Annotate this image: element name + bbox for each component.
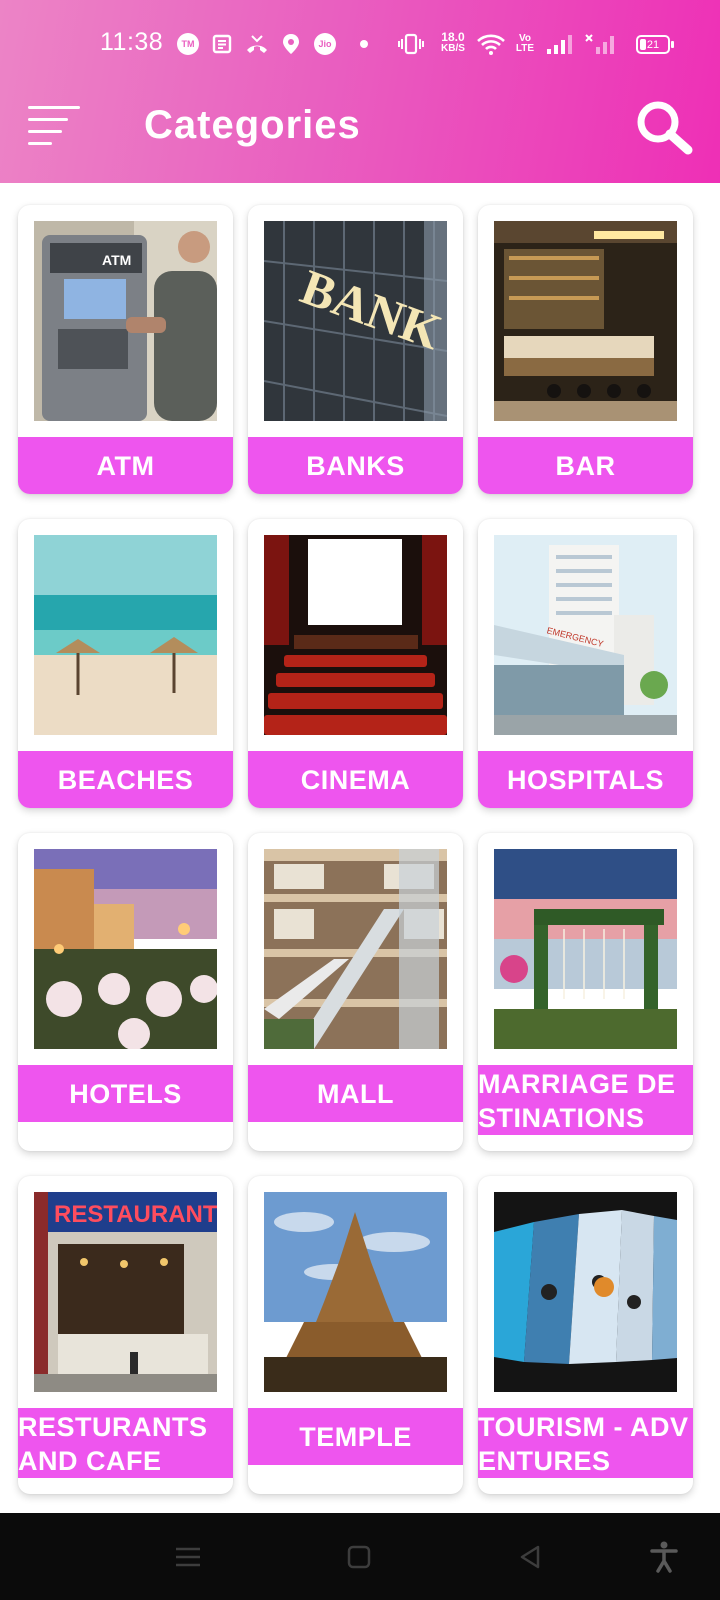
category-card-hospitals[interactable]: EMERGENCY HOSPITALS (478, 519, 693, 808)
signal-icon (546, 33, 572, 55)
category-card-tourism-adventures[interactable]: TOURISM - ADVENTURES (478, 1176, 693, 1494)
missed-call-icon (245, 33, 269, 55)
category-label: RESTURANTS AND CAFE (18, 1408, 233, 1478)
category-card-beaches[interactable]: BEACHES (18, 519, 233, 808)
category-label: BANKS (248, 437, 463, 494)
adventure-photo (494, 1192, 677, 1392)
accessibility-icon[interactable] (646, 1539, 682, 1575)
hamburger-menu-icon[interactable] (28, 106, 82, 146)
back-triangle-icon[interactable] (512, 1539, 548, 1575)
category-card-banks[interactable]: BANK BANKS (248, 205, 463, 494)
network-speed: 18.0 KB/S (441, 30, 465, 54)
atm-photo: ATM (34, 221, 217, 421)
volte-icon: Vo LTE (515, 33, 535, 54)
tm-icon: TM (177, 33, 199, 55)
category-label: BAR (478, 437, 693, 494)
status-bar: 11:38 TM Jio 18.0 KB/S Vo LTE 21 (0, 0, 720, 86)
restaurant-photo: RESTAURANT (34, 1192, 217, 1392)
vibrate-icon (398, 33, 424, 55)
wedding-venue-photo (494, 849, 677, 1049)
category-card-temple[interactable]: TEMPLE (248, 1176, 463, 1494)
category-label: CINEMA (248, 751, 463, 808)
jio-icon: Jio (314, 33, 336, 55)
cinema-photo (264, 535, 447, 735)
home-square-icon[interactable] (341, 1539, 377, 1575)
svg-text:ATM: ATM (102, 252, 131, 268)
temple-photo (264, 1192, 447, 1392)
battery-icon: 21 (636, 35, 674, 54)
dot-icon (360, 33, 368, 55)
category-card-marriage-destinations[interactable]: MARRIAGE DESTINATIONS (478, 833, 693, 1151)
category-label: BEACHES (18, 751, 233, 808)
status-time: 11:38 (100, 28, 164, 56)
recents-menu-icon[interactable] (170, 1539, 206, 1575)
app-header: 11:38 TM Jio 18.0 KB/S Vo LTE 21 Categor… (0, 0, 720, 183)
svg-text:RESTAURANT: RESTAURANT (54, 1201, 217, 1228)
hotel-photo (34, 849, 217, 1049)
news-icon (212, 33, 232, 55)
location-pin-icon (282, 33, 300, 55)
category-label: MARRIAGE DESTINATIONS (478, 1065, 693, 1135)
category-card-cinema[interactable]: CINEMA (248, 519, 463, 808)
category-card-hotels[interactable]: HOTELS (18, 833, 233, 1151)
category-card-restaurants[interactable]: RESTAURANT RESTURANTS AND CAFE (18, 1176, 233, 1494)
category-card-mall[interactable]: MALL (248, 833, 463, 1151)
mall-photo (264, 849, 447, 1049)
category-label: TEMPLE (248, 1408, 463, 1465)
bar-photo (494, 221, 677, 421)
beach-photo (34, 535, 217, 735)
category-card-bar[interactable]: BAR (478, 205, 693, 494)
wifi-icon (476, 33, 506, 55)
category-card-atm[interactable]: ATM ATM (18, 205, 233, 494)
category-label: HOTELS (18, 1065, 233, 1122)
page-title: Categories (144, 103, 361, 147)
hospital-photo: EMERGENCY (494, 535, 677, 735)
category-label: TOURISM - ADVENTURES (478, 1408, 693, 1478)
category-label: HOSPITALS (478, 751, 693, 808)
search-icon[interactable] (634, 98, 694, 158)
signal-no-service-icon (584, 33, 614, 55)
system-nav-bar (0, 1513, 720, 1600)
category-label: MALL (248, 1065, 463, 1122)
category-label: ATM (18, 437, 233, 494)
bank-photo: BANK (264, 221, 447, 421)
category-grid: ATM ATM BANK BANKS BAR BEACHES CINEMA EM… (0, 183, 720, 1513)
